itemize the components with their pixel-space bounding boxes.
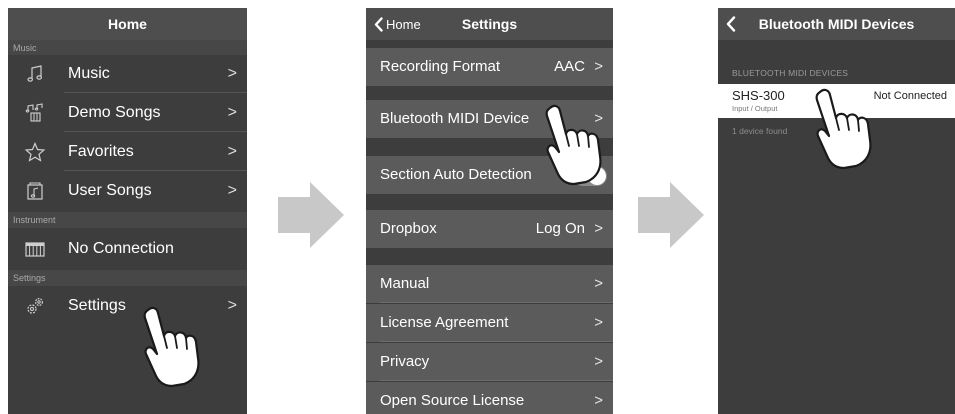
settings-row-license-agreement[interactable]: License Agreement > — [366, 304, 613, 342]
home-item-demo-songs[interactable]: Demo Songs > — [8, 94, 247, 132]
chevron-right-icon: > — [227, 297, 237, 314]
back-button[interactable]: Home — [374, 8, 421, 40]
chevron-right-icon: > — [594, 392, 603, 409]
home-title: Home — [108, 16, 147, 32]
back-label: Home — [386, 16, 421, 32]
back-button[interactable] — [726, 8, 736, 40]
settings-row-privacy[interactable]: Privacy > — [366, 343, 613, 381]
device-name: SHS-300 — [732, 88, 785, 103]
bluetooth-title: Bluetooth MIDI Devices — [758, 16, 915, 32]
settings-row-open-source-license[interactable]: Open Source License > — [366, 382, 613, 414]
devices-found-count: 1 device found — [732, 126, 788, 136]
home-item-label: No Connection — [68, 240, 174, 257]
settings-row-label: License Agreement — [380, 314, 509, 331]
settings-row-label: Dropbox — [380, 220, 437, 237]
bluetooth-section-header: BLUETOOTH MIDI DEVICES — [732, 68, 849, 78]
keyboard-icon — [25, 242, 45, 257]
chevron-right-icon: > — [594, 220, 603, 237]
settings-row-dropbox[interactable]: Dropbox Log On > — [366, 210, 613, 248]
home-item-no-connection[interactable]: No Connection — [8, 230, 247, 268]
section-header-settings: Settings — [8, 270, 247, 286]
bluetooth-navbar: Bluetooth MIDI Devices — [718, 8, 955, 40]
home-item-music[interactable]: Music > — [8, 55, 247, 93]
chevron-right-icon: > — [227, 182, 237, 199]
home-item-user-songs[interactable]: User Songs > — [8, 172, 247, 210]
demo-songs-icon — [25, 103, 43, 122]
settings-row-manual[interactable]: Manual > — [366, 265, 613, 303]
chevron-right-icon: > — [227, 104, 237, 121]
settings-row-label: Open Source License — [380, 392, 525, 409]
chevron-right-icon: > — [227, 65, 237, 82]
chevron-right-icon: > — [227, 143, 237, 160]
star-icon — [25, 142, 45, 162]
settings-row-label: Recording Format — [380, 58, 501, 75]
dropbox-value: Log On — [535, 220, 585, 237]
home-navbar: Home — [8, 8, 247, 40]
chevron-right-icon: > — [594, 314, 603, 331]
gears-icon — [27, 297, 44, 314]
settings-row-label: Bluetooth MIDI Device — [380, 110, 530, 127]
home-item-label: Music — [68, 65, 110, 82]
arrow-right-icon — [278, 182, 344, 248]
settings-screen: Settings Home Recording Format AAC > Blu… — [366, 8, 613, 414]
section-header-music: Music — [8, 40, 247, 55]
pointing-hand-icon — [545, 104, 602, 186]
chevron-left-icon — [726, 16, 736, 32]
chevron-right-icon: > — [594, 275, 603, 292]
bluetooth-midi-devices-screen: Bluetooth MIDI Devices BLUETOOTH MIDI DE… — [718, 8, 955, 414]
device-status: Not Connected — [873, 90, 947, 102]
music-note-icon — [27, 65, 43, 82]
home-item-settings[interactable]: Settings > — [8, 287, 247, 325]
settings-row-label: Manual — [380, 275, 430, 292]
recording-format-value: AAC — [554, 58, 585, 75]
user-songs-icon — [27, 182, 43, 200]
home-item-label: Favorites — [68, 143, 134, 160]
settings-row-label: Privacy — [380, 353, 430, 370]
home-item-label: Demo Songs — [68, 104, 161, 121]
settings-row-recording-format[interactable]: Recording Format AAC > — [366, 48, 613, 86]
settings-row-label: Section Auto Detection — [380, 166, 532, 183]
arrow-right-icon — [638, 182, 704, 248]
device-subtitle: Input / Output — [732, 104, 778, 113]
section-header-instrument: Instrument — [8, 212, 247, 228]
home-item-label: User Songs — [68, 182, 152, 199]
home-item-favorites[interactable]: Favorites > — [8, 133, 247, 171]
chevron-left-icon — [374, 16, 383, 32]
home-screen: Home Music Music > Demo Songs > Favorite… — [8, 8, 247, 414]
home-item-label: Settings — [68, 297, 126, 314]
chevron-right-icon: > — [594, 353, 603, 370]
settings-navbar: Settings Home — [366, 8, 613, 40]
pointing-hand-icon — [143, 306, 200, 388]
chevron-right-icon: > — [594, 58, 603, 75]
pointing-hand-icon — [815, 88, 872, 170]
